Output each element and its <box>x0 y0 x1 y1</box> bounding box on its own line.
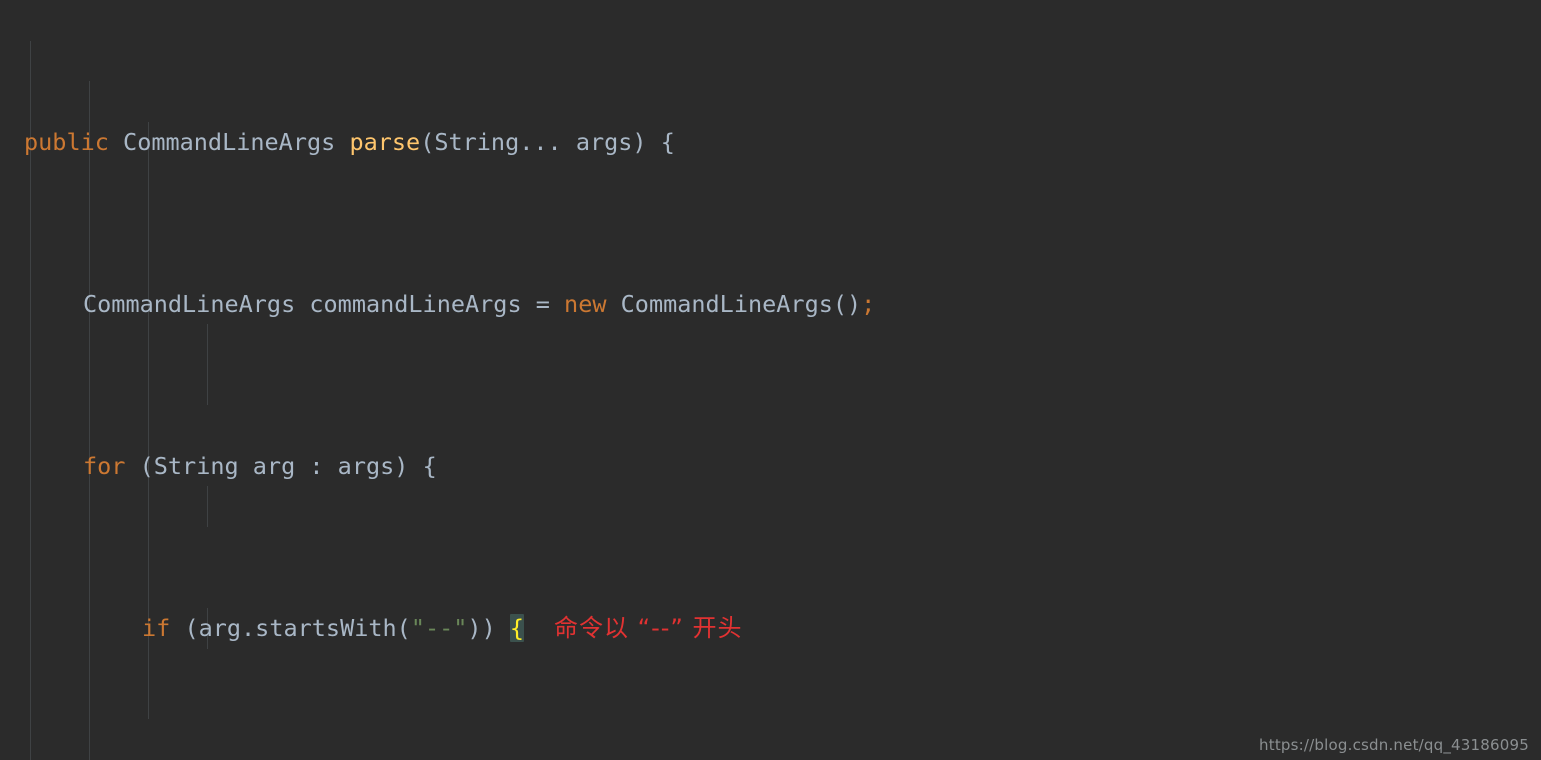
keyword-public: public <box>24 127 109 156</box>
code-line-2[interactable]: CommandLineArgs commandLineArgs = new Co… <box>0 284 1541 325</box>
code-line-1[interactable]: public CommandLineArgs parse(String... a… <box>0 122 1541 163</box>
constructor-call: CommandLineArgs() <box>606 289 862 318</box>
code-editor[interactable]: public CommandLineArgs parse(String... a… <box>0 0 1541 760</box>
if-condition-end: )) <box>467 613 510 642</box>
for-header: (String arg : args) { <box>125 451 437 480</box>
code-line-3[interactable]: for (String arg : args) { <box>0 446 1541 487</box>
matched-open-brace: { <box>509 613 525 642</box>
watermark-url: https://blog.csdn.net/qq_43186095 <box>1259 736 1529 754</box>
annotation-command-prefix: 命令以 “--” 开头 <box>554 613 743 642</box>
method-name-parse: parse <box>349 127 421 156</box>
keyword-new: new <box>564 289 607 318</box>
semicolon: ; <box>861 289 876 318</box>
declaration-text: CommandLineArgs commandLineArgs = <box>83 289 565 318</box>
code-content[interactable]: public CommandLineArgs parse(String... a… <box>0 0 1541 760</box>
keyword-for: for <box>83 451 126 480</box>
string-literal-dashdash: "--" <box>410 613 468 642</box>
if-condition-start: (arg.startsWith( <box>170 613 411 642</box>
keyword-if: if <box>142 613 171 642</box>
method-params: (String... args) { <box>420 127 675 156</box>
type-commandlineargs: CommandLineArgs <box>123 127 336 156</box>
code-line-4[interactable]: if (arg.startsWith("--")) { 命令以 “--” 开头 <box>0 608 1541 649</box>
